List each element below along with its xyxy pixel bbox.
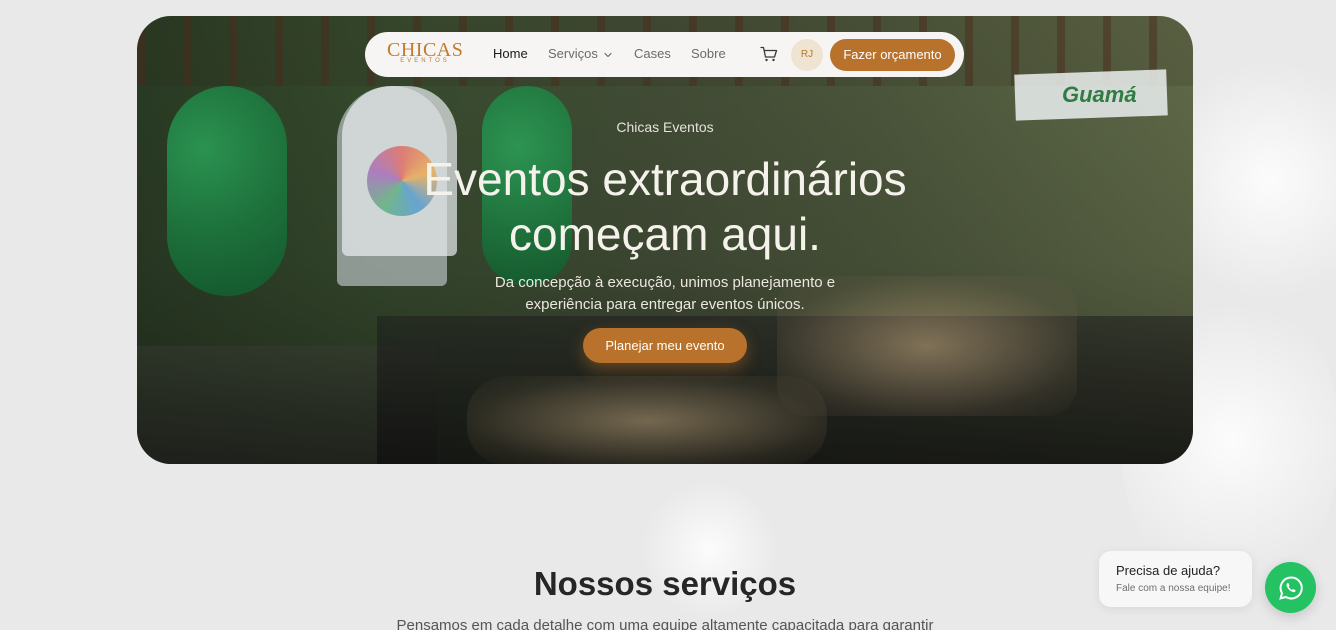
hero-subtitle-line2: experiência para entregar eventos únicos… (525, 296, 805, 313)
hero-headline-line1: Eventos extraordinários (423, 153, 907, 205)
services-subtitle: Pensamos em cada detalhe com uma equipe … (396, 617, 934, 630)
whatsapp-icon (1278, 575, 1303, 600)
whatsapp-button[interactable] (1265, 562, 1316, 613)
hero-photo-food (467, 376, 827, 464)
navbar: CHICAS EVENTOS Home Serviços Cases Sobre… (365, 32, 964, 77)
hero-subtitle-line1: Da concepção à execução, unimos planejam… (494, 274, 836, 291)
quote-button[interactable]: Fazer orçamento (830, 39, 955, 71)
nav-servicos-label: Serviços (548, 46, 598, 61)
nav-servicos[interactable]: Serviços (548, 46, 613, 61)
chevron-down-icon (604, 52, 613, 57)
hero-headline: Eventos extraordinários começam aqui. (137, 152, 1193, 262)
plan-event-button[interactable]: Planejar meu evento (583, 328, 747, 363)
nav-sobre[interactable]: Sobre (691, 46, 726, 61)
hero-photo-sign-text: Guamá (1062, 82, 1137, 107)
avatar[interactable]: RJ (791, 39, 823, 71)
hero-headline-line2: começam aqui. (509, 208, 821, 260)
hero-eyebrow: Chicas Eventos (616, 119, 714, 135)
nav-home[interactable]: Home (493, 46, 528, 61)
help-bubble[interactable]: Precisa de ajuda? Fale com a nossa equip… (1099, 551, 1252, 607)
help-title: Precisa de ajuda? (1116, 563, 1221, 578)
hero-subtitle: Da concepção à execução, unimos planejam… (137, 272, 1193, 316)
nav-cases[interactable]: Cases (634, 46, 671, 61)
help-subtitle: Fale com a nossa equipe! (1116, 583, 1231, 594)
cart-icon[interactable] (760, 46, 778, 62)
services-title: Nossos serviços (533, 565, 797, 602)
logo[interactable]: CHICAS EVENTOS (387, 39, 463, 69)
